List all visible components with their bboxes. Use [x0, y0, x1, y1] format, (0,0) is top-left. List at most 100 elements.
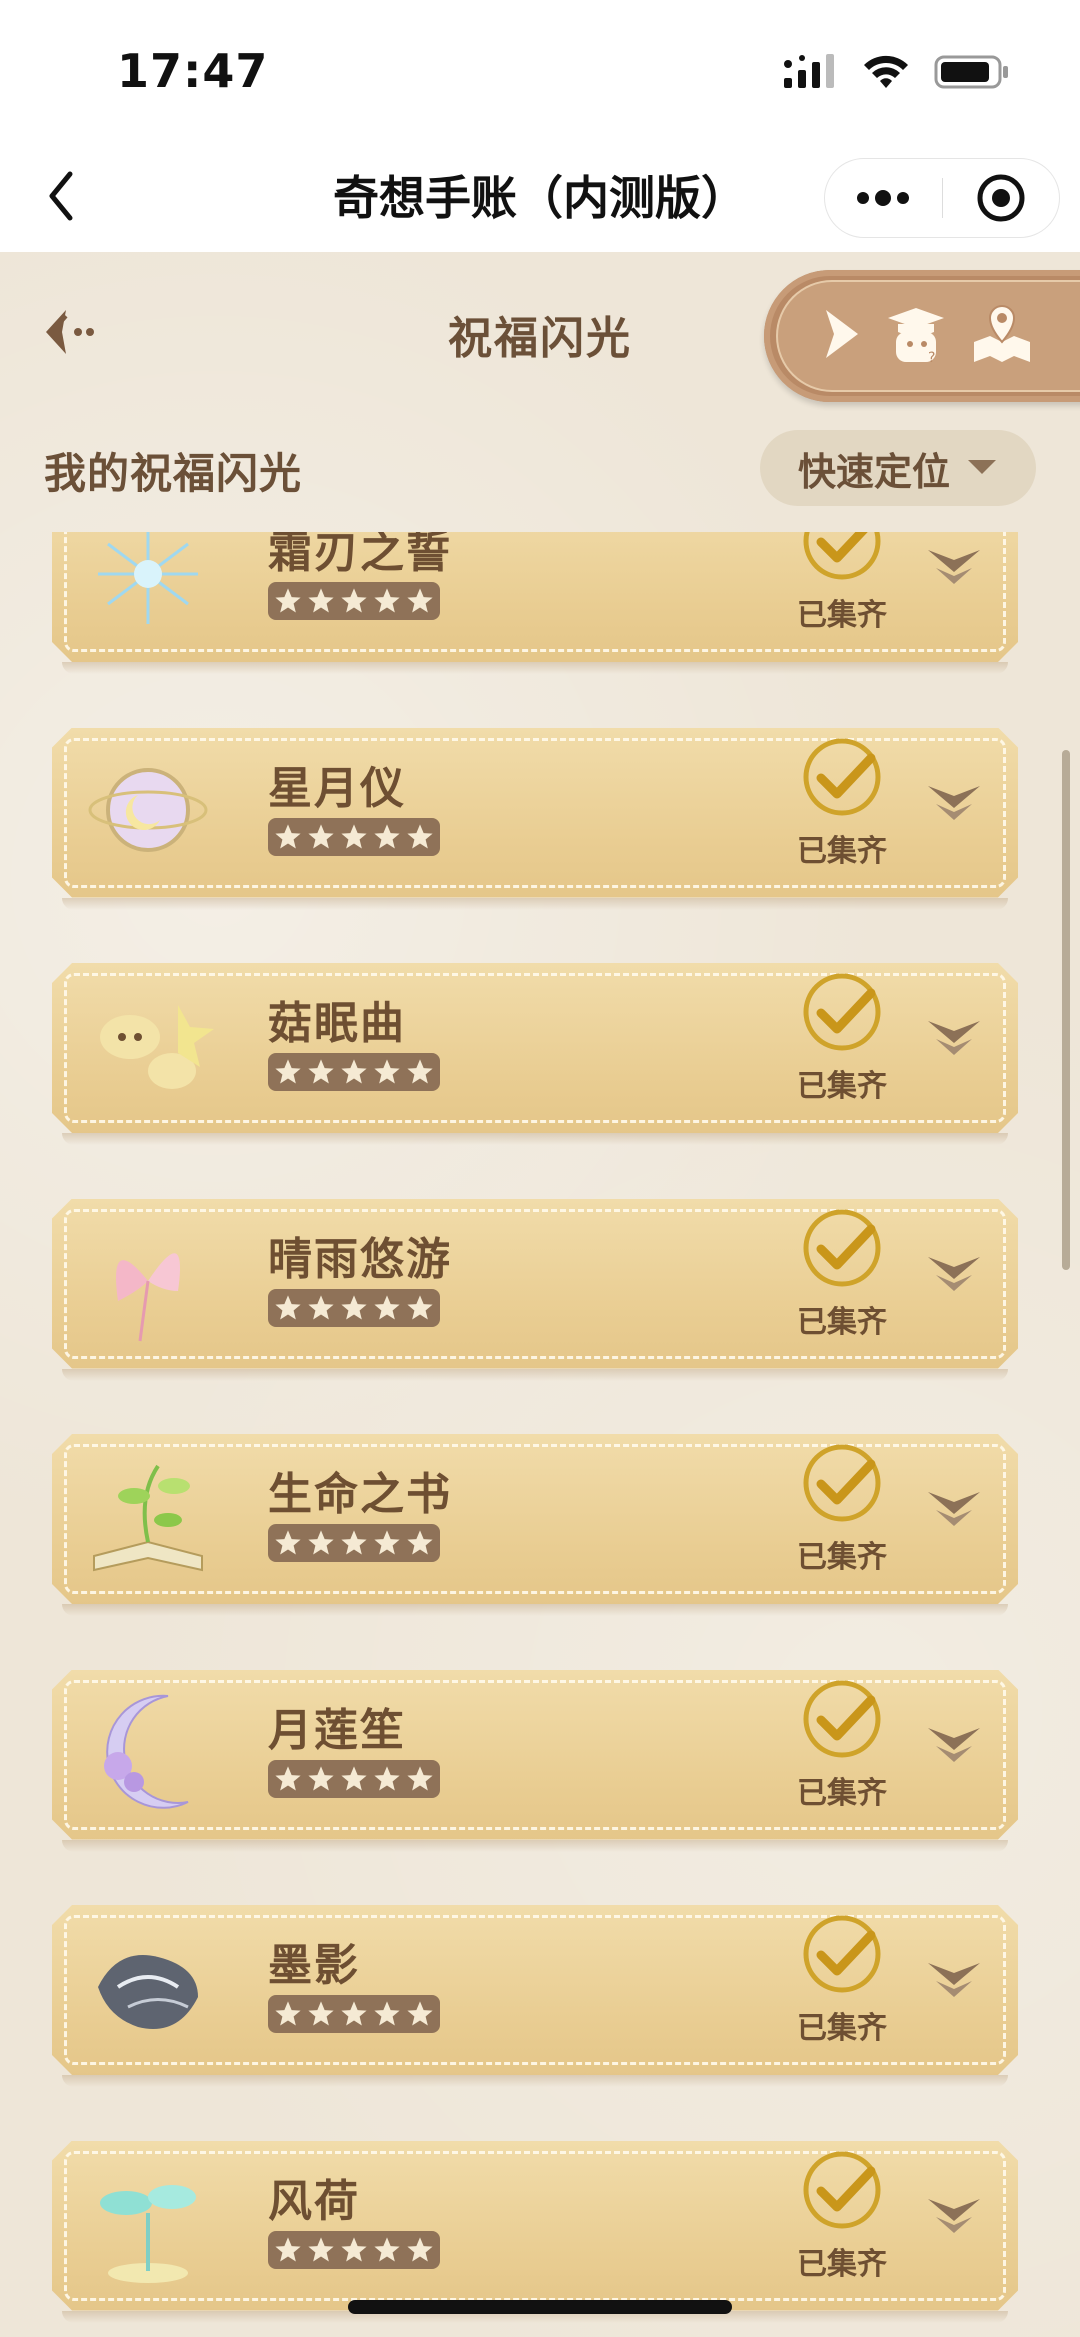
star-icon [275, 2001, 301, 2026]
star-icon [374, 823, 400, 848]
star-icon [374, 1294, 400, 1319]
collected-badge: 已集齐 [792, 2147, 892, 2297]
blessing-art-icon [116, 1252, 180, 1341]
collected-label: 已集齐 [797, 2011, 887, 2046]
expand-arrow-icon[interactable] [926, 1955, 982, 2003]
blessing-card[interactable]: 墨影已集齐 [52, 1905, 1018, 2095]
star-icon [275, 1765, 301, 1790]
star-icon [406, 823, 433, 848]
quick-locate-button[interactable]: 快速定位 [760, 430, 1036, 506]
collected-badge: 已集齐 [792, 734, 892, 884]
blessing-art-icon [93, 1464, 203, 1572]
collected-label: 已集齐 [797, 1304, 887, 1340]
star-icon [308, 1294, 334, 1319]
blessing-name: 生命之书 [268, 1469, 452, 1520]
check-circle-icon [803, 738, 881, 815]
collected-label: 已集齐 [797, 2246, 887, 2282]
star-icon [275, 588, 301, 613]
scholar-icon[interactable]: ? [884, 302, 948, 366]
section-title: 我的祝福闪光 [44, 449, 303, 498]
card-shadow [62, 1604, 1008, 1616]
check-circle-icon [803, 973, 881, 1051]
battery-icon [934, 55, 1008, 89]
more-dots-icon [857, 190, 910, 206]
star-icon [341, 1530, 367, 1555]
blessing-name: 星月仪 [268, 762, 406, 814]
collected-label: 已集齐 [797, 1775, 887, 1811]
blessing-art-icon [100, 2184, 196, 2283]
collected-label: 已集齐 [797, 598, 887, 633]
home-indicator[interactable] [348, 2300, 732, 2314]
expand-arrow-icon[interactable] [926, 542, 982, 590]
expand-arrow-icon[interactable] [926, 2191, 982, 2239]
expand-arrow-icon[interactable] [926, 1720, 982, 1768]
check-circle-icon [803, 1680, 881, 1757]
collected-badge: 已集齐 [792, 1205, 892, 1355]
star-icon [374, 2001, 400, 2026]
star-icon [341, 1765, 367, 1790]
svg-text:?: ? [928, 350, 935, 366]
blessing-card[interactable]: 霜刃之誓已集齐 [52, 532, 1018, 682]
collected-badge: 已集齐 [792, 1911, 892, 2061]
blessing-card[interactable]: 菇眠曲 已集齐 [52, 963, 1018, 1153]
play-icon[interactable] [808, 302, 872, 366]
star-rating [268, 1995, 440, 2033]
star-icon [341, 823, 367, 848]
star-icon [275, 1530, 301, 1555]
star-rating [268, 1288, 440, 1327]
collected-badge: 已集齐 [792, 1676, 892, 1826]
close-miniprogram-button[interactable] [943, 173, 1060, 223]
star-icon [374, 1530, 400, 1555]
card-shadow [62, 1368, 1008, 1381]
star-icon [374, 1059, 400, 1084]
nav-bar: 奇想手账（内测版） [0, 140, 1080, 252]
mini-program-capsule [824, 158, 1060, 238]
status-bar: 17:47 [0, 0, 1080, 140]
blessing-name: 霜刃之誓 [268, 532, 452, 578]
star-icon [406, 1059, 433, 1084]
blessing-art-icon [98, 1955, 198, 2029]
blessing-art-icon [98, 532, 198, 624]
blessing-card[interactable]: 生命之书 已集齐 [52, 1434, 1018, 1624]
collected-badge: 已集齐 [792, 1440, 892, 1590]
more-button[interactable] [825, 188, 942, 208]
star-icon [275, 1059, 301, 1084]
expand-arrow-icon[interactable] [926, 1249, 982, 1297]
star-icon [341, 2236, 367, 2261]
star-icon [374, 1765, 400, 1790]
star-icon [374, 588, 400, 613]
expand-arrow-icon[interactable] [926, 1484, 982, 1532]
blessing-art-icon [100, 1005, 214, 1089]
star-icon [275, 2236, 301, 2261]
scrollbar[interactable] [1062, 750, 1070, 1270]
expand-arrow-icon[interactable] [926, 778, 982, 826]
star-icon [341, 588, 367, 613]
star-icon [406, 1530, 433, 1555]
star-icon [275, 823, 301, 848]
status-time: 17:47 [117, 44, 269, 98]
blessing-card[interactable]: 月莲笙 已集齐 [52, 1669, 1018, 1860]
star-icon [406, 588, 433, 613]
expand-arrow-icon[interactable] [926, 1013, 982, 1061]
blessing-card[interactable]: 晴雨悠游 已集齐 [52, 1198, 1018, 1389]
star-icon [341, 1059, 367, 1084]
target-icon [977, 174, 1025, 222]
star-icon [308, 823, 334, 848]
quick-locate-label: 快速定位 [797, 449, 950, 494]
star-icon [308, 2001, 334, 2026]
blessing-name: 风荷 [268, 2175, 360, 2227]
star-rating [268, 1759, 440, 1798]
star-rating [268, 582, 440, 620]
star-icon [308, 2236, 334, 2261]
star-icon [406, 2236, 433, 2261]
blessing-art-icon [88, 767, 208, 852]
star-rating [268, 817, 440, 856]
card-shadow [62, 1133, 1008, 1145]
map-pin-icon[interactable] [970, 302, 1034, 366]
toolbar-pill: ? [764, 270, 1080, 402]
blessing-name: 墨影 [268, 1940, 360, 1991]
star-icon [308, 1530, 334, 1555]
blessing-card[interactable]: 星月仪 已集齐 [52, 727, 1018, 918]
check-circle-icon [803, 532, 881, 580]
blessing-art-icon [104, 1694, 189, 1809]
